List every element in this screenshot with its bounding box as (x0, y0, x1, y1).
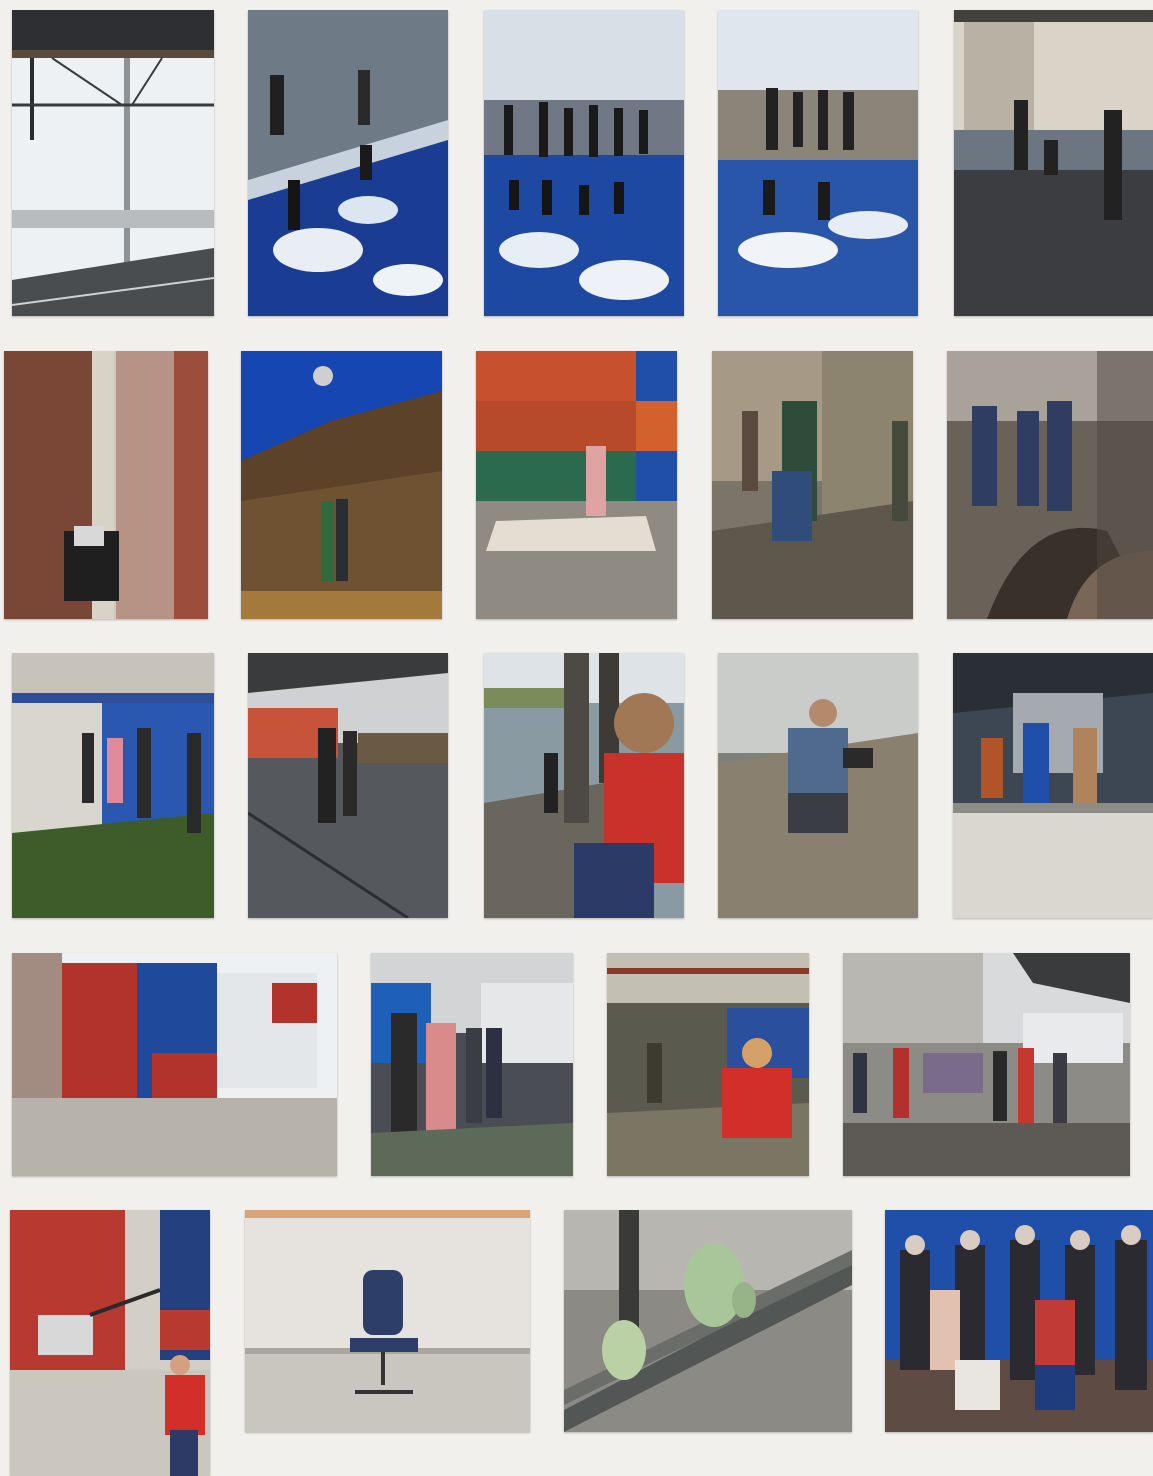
photo-crouching-photographer[interactable] (718, 653, 918, 918)
photo-container-stack[interactable] (476, 351, 677, 619)
photo-hangar-lawn[interactable] (12, 653, 214, 918)
photo-red-blue-containers[interactable] (12, 953, 337, 1176)
photo-clothing-rack[interactable] (843, 953, 1130, 1176)
photo-riverside-photographer[interactable] (484, 653, 684, 918)
photo-puddle-crowd[interactable] (718, 10, 918, 316)
photo-container-crane[interactable] (10, 1210, 210, 1476)
photo-hangar-model-lineup[interactable] (371, 953, 573, 1176)
photo-hangar-runway[interactable] (953, 653, 1153, 918)
photo-harbour-gantry[interactable] (12, 10, 214, 316)
photo-hangar-walkers[interactable] (248, 653, 448, 918)
photo-container-alley[interactable] (4, 351, 208, 619)
photo-cabbage-beam[interactable] (564, 1210, 852, 1432)
photo-scrap-pile[interactable] (241, 351, 442, 619)
photo-container-doorway[interactable] (712, 351, 913, 619)
photo-workshop-red-jacket[interactable] (607, 953, 809, 1176)
photo-puddle-walkers[interactable] (248, 10, 448, 316)
photo-puddle-group[interactable] (484, 10, 684, 316)
photo-dock-warehouse[interactable] (954, 10, 1153, 316)
photo-scrap-grabber[interactable] (947, 351, 1153, 619)
photo-collage (0, 0, 1153, 1476)
photo-team-portrait[interactable] (885, 1210, 1153, 1432)
photo-office-chair[interactable] (245, 1210, 530, 1432)
